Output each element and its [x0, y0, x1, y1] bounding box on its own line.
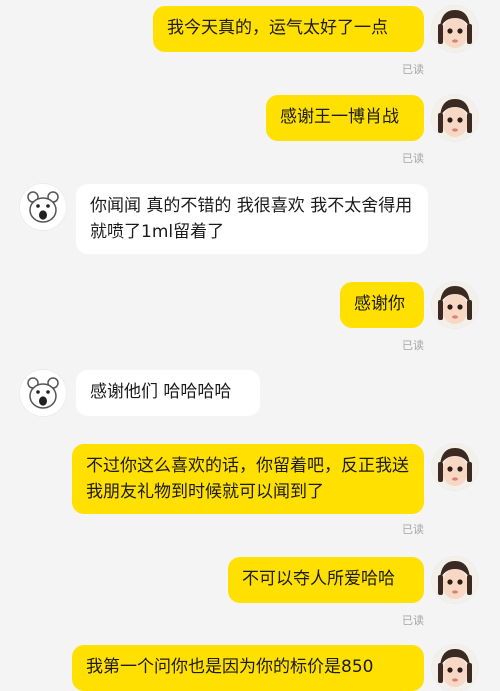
girl-avatar-icon[interactable]	[432, 645, 478, 691]
message-bubble[interactable]: 不过你这么喜欢的话，你留着吧，反正我送我朋友礼物到时候就可以闻到了	[72, 444, 424, 514]
girl-avatar-icon[interactable]	[432, 95, 478, 141]
message-bubble[interactable]: 你闻闻 真的不错的 我很喜欢 我不太舍得用 就喷了1ml留着了	[76, 184, 428, 254]
girl-avatar-icon[interactable]	[432, 557, 478, 603]
read-receipt: 已读	[402, 339, 424, 352]
message-bubble[interactable]: 我第一个问你也是因为你的标价是850	[72, 645, 424, 691]
message-bubble[interactable]: 感谢他们 哈哈哈哈	[76, 370, 260, 416]
read-receipt: 已读	[402, 523, 424, 536]
read-receipt: 已读	[402, 152, 424, 165]
message-bubble[interactable]: 感谢王一博肖战	[266, 95, 424, 141]
read-receipt: 已读	[402, 63, 424, 76]
girl-avatar-icon[interactable]	[432, 444, 478, 490]
message-bubble[interactable]: 不可以夺人所爱哈哈	[228, 557, 424, 603]
message-bubble[interactable]: 感谢你	[340, 282, 424, 328]
bear-avatar-icon[interactable]	[20, 370, 66, 416]
girl-avatar-icon[interactable]	[432, 6, 478, 52]
bear-avatar-icon[interactable]	[20, 184, 66, 230]
girl-avatar-icon[interactable]	[432, 282, 478, 328]
read-receipt: 已读	[402, 614, 424, 627]
message-bubble[interactable]: 我今天真的，运气太好了一点	[153, 6, 424, 52]
